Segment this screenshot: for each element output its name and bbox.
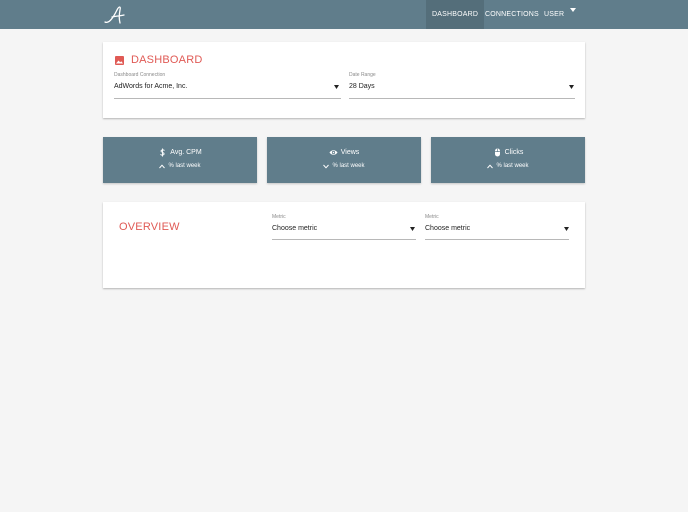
date-range-select-value[interactable]: 28 Days: [349, 83, 375, 90]
chevron-up-icon: [487, 163, 494, 168]
nav-dashboard[interactable]: DASHBOARD: [426, 0, 485, 29]
date-range-caret-icon[interactable]: [569, 85, 574, 89]
connection-label: Dashboard Connection: [114, 72, 166, 78]
image-icon: [115, 56, 124, 65]
dollar-icon: [160, 148, 165, 157]
dashboard-title: DASHBOARD: [131, 54, 203, 66]
nav-connections[interactable]: CONNECTIONS: [479, 0, 545, 29]
caret-down-icon[interactable]: [570, 7, 576, 13]
stat-sub-views: % last week: [332, 163, 365, 169]
connection-select-underline: [114, 98, 341, 99]
date-range-select-underline: [349, 98, 575, 99]
overview-card: OVERVIEW Metric Choose metric Metric Cho…: [103, 202, 585, 288]
connection-caret-icon[interactable]: [334, 85, 339, 89]
metric-1-caret-icon[interactable]: [410, 227, 415, 231]
nav-user[interactable]: USER: [538, 0, 570, 29]
stat-label-clicks: Clicks: [504, 149, 524, 156]
metric-2-caret-icon[interactable]: [564, 227, 569, 231]
metric-1-label: Metric: [272, 214, 286, 220]
mouse-icon: [494, 148, 500, 157]
chevron-up-icon: [159, 163, 166, 168]
chevron-down-icon: [323, 164, 330, 169]
stat-label-avg-cpm: Avg. CPM: [170, 149, 202, 156]
metric-2-select-underline: [425, 239, 569, 240]
stat-card-avg-cpm: Avg. CPM % last week: [103, 137, 257, 183]
app-logo[interactable]: [103, 4, 131, 26]
metric-1-select-underline: [272, 239, 416, 240]
dashboard-card: DASHBOARD Dashboard Connection AdWords f…: [103, 42, 585, 118]
stat-sub-avg-cpm: % last week: [168, 163, 201, 169]
metric-2-select-value[interactable]: Choose metric: [425, 225, 470, 232]
date-range-label: Date Range: [349, 72, 376, 78]
top-navbar: DASHBOARD CONNECTIONS USER: [0, 0, 688, 29]
stat-sub-clicks: % last week: [496, 163, 529, 169]
overview-title: OVERVIEW: [119, 221, 180, 233]
eye-icon: [329, 150, 338, 155]
metric-1-select-value[interactable]: Choose metric: [272, 225, 317, 232]
connection-select-value[interactable]: AdWords for Acme, Inc.: [114, 83, 187, 90]
stat-label-views: Views: [340, 149, 360, 156]
stat-card-views: Views % last week: [267, 137, 421, 183]
metric-2-label: Metric: [425, 214, 439, 220]
stat-card-clicks: Clicks % last week: [431, 137, 585, 183]
